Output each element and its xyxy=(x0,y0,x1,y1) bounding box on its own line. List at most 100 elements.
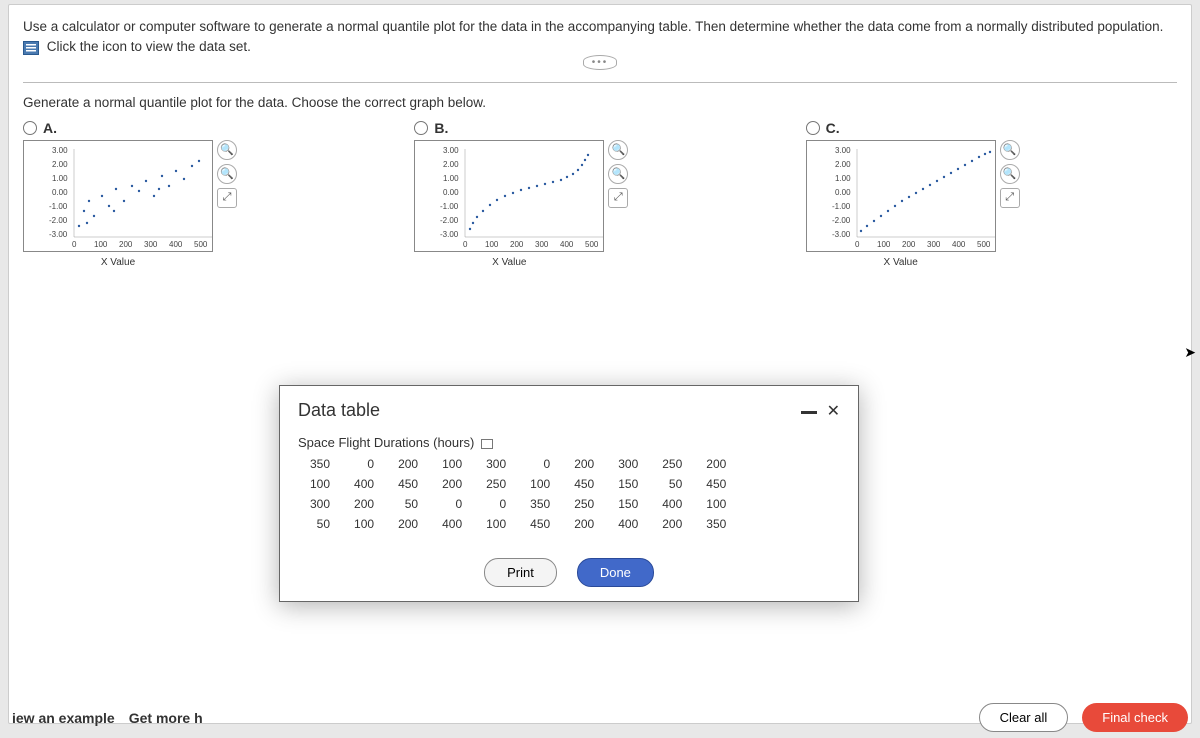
data-cell: 0 xyxy=(342,454,386,474)
data-cell: 200 xyxy=(562,514,606,534)
svg-text:-1.00: -1.00 xyxy=(832,202,851,211)
table-icon[interactable] xyxy=(23,41,39,55)
zoom-in-b[interactable]: 🔍 xyxy=(608,140,628,160)
data-cell: 200 xyxy=(386,514,430,534)
data-cell: 0 xyxy=(518,454,562,474)
data-cell: 450 xyxy=(562,474,606,494)
data-cell: 350 xyxy=(298,454,342,474)
svg-text:-1.00: -1.00 xyxy=(440,202,459,211)
radio-a[interactable] xyxy=(23,121,37,135)
table-title: Space Flight Durations (hours) xyxy=(298,435,840,450)
collapse-icon[interactable]: ••• xyxy=(583,55,618,70)
data-cell: 350 xyxy=(694,514,738,534)
svg-text:300: 300 xyxy=(144,240,158,249)
data-cell: 50 xyxy=(650,474,694,494)
options-row: A. 3.00 2.00 1.00 0.00 -1.00 -2.00 -3.00… xyxy=(23,120,1177,268)
get-more-help-link[interactable]: Get more h xyxy=(129,710,203,726)
expand-a[interactable]: ⤢ xyxy=(217,188,237,208)
svg-text:3.00: 3.00 xyxy=(443,146,459,155)
data-cell: 300 xyxy=(474,454,518,474)
radio-b[interactable] xyxy=(414,121,428,135)
zoom-out-c[interactable]: 🔍 xyxy=(1000,164,1020,184)
svg-text:-3.00: -3.00 xyxy=(440,230,459,239)
svg-text:500: 500 xyxy=(194,240,208,249)
divider xyxy=(23,82,1177,83)
data-cell: 400 xyxy=(650,494,694,514)
svg-text:0.00: 0.00 xyxy=(835,188,851,197)
label-b: B. xyxy=(434,120,448,136)
data-cell: 50 xyxy=(386,494,430,514)
zoom-out-b[interactable]: 🔍 xyxy=(608,164,628,184)
data-cell: 0 xyxy=(430,494,474,514)
data-cell: 350 xyxy=(518,494,562,514)
svg-text:-3.00: -3.00 xyxy=(49,230,68,239)
svg-text:2.00: 2.00 xyxy=(52,160,68,169)
svg-text:300: 300 xyxy=(927,240,941,249)
svg-text:0: 0 xyxy=(463,240,468,249)
svg-text:200: 200 xyxy=(119,240,133,249)
data-cell: 200 xyxy=(430,474,474,494)
expand-c[interactable]: ⤢ xyxy=(1000,188,1020,208)
fullscreen-icon[interactable] xyxy=(481,439,493,449)
svg-text:300: 300 xyxy=(535,240,549,249)
radio-c[interactable] xyxy=(806,121,820,135)
option-a: A. 3.00 2.00 1.00 0.00 -1.00 -2.00 -3.00… xyxy=(23,120,394,268)
minimize-button[interactable] xyxy=(801,411,817,414)
final-check-button[interactable]: Final check xyxy=(1082,703,1188,732)
data-cell: 400 xyxy=(342,474,386,494)
data-cell: 200 xyxy=(694,454,738,474)
zoom-out-a[interactable]: 🔍 xyxy=(217,164,237,184)
data-cell: 100 xyxy=(430,454,474,474)
data-cell: 450 xyxy=(386,474,430,494)
data-cell: 250 xyxy=(562,494,606,514)
view-example-link[interactable]: iew an example xyxy=(12,710,115,726)
svg-text:200: 200 xyxy=(510,240,524,249)
svg-text:0.00: 0.00 xyxy=(52,188,68,197)
svg-text:0.00: 0.00 xyxy=(443,188,459,197)
svg-text:-2.00: -2.00 xyxy=(49,216,68,225)
expand-b[interactable]: ⤢ xyxy=(608,188,628,208)
svg-text:-3.00: -3.00 xyxy=(832,230,851,239)
modal-title: Data table xyxy=(298,400,380,421)
svg-text:400: 400 xyxy=(952,240,966,249)
svg-text:200: 200 xyxy=(902,240,916,249)
main-panel: Use a calculator or computer software to… xyxy=(8,4,1192,724)
zoom-in-a[interactable]: 🔍 xyxy=(217,140,237,160)
data-cell: 200 xyxy=(650,514,694,534)
svg-text:-2.00: -2.00 xyxy=(832,216,851,225)
plot-c-xlabel: X Value xyxy=(806,257,996,268)
plot-b: 3.00 2.00 1.00 0.00 -1.00 -2.00 -3.00 0 … xyxy=(414,140,604,252)
label-a: A. xyxy=(43,120,57,136)
data-cell: 50 xyxy=(298,514,342,534)
data-cell: 200 xyxy=(386,454,430,474)
svg-text:400: 400 xyxy=(560,240,574,249)
svg-text:-2.00: -2.00 xyxy=(440,216,459,225)
data-cell: 100 xyxy=(342,514,386,534)
cursor-icon: ➤ xyxy=(1184,344,1196,361)
svg-text:400: 400 xyxy=(169,240,183,249)
data-cell: 400 xyxy=(606,514,650,534)
zoom-in-c[interactable]: 🔍 xyxy=(1000,140,1020,160)
data-cell: 100 xyxy=(474,514,518,534)
option-c: C. 3.00 2.00 1.00 0.00 -1.00 -2.00 -3.00… xyxy=(806,120,1177,268)
svg-text:500: 500 xyxy=(977,240,991,249)
view-data-link[interactable]: Click the icon to view the data set. xyxy=(47,39,251,54)
svg-text:2.00: 2.00 xyxy=(835,160,851,169)
svg-text:100: 100 xyxy=(877,240,891,249)
svg-text:3.00: 3.00 xyxy=(835,146,851,155)
svg-text:2.00: 2.00 xyxy=(443,160,459,169)
done-button[interactable]: Done xyxy=(577,558,654,587)
data-cell: 300 xyxy=(606,454,650,474)
option-b: B. 3.00 2.00 1.00 0.00 -1.00 -2.00 -3.00… xyxy=(414,120,785,268)
svg-text:1.00: 1.00 xyxy=(835,174,851,183)
data-cell: 250 xyxy=(474,474,518,494)
data-cell: 150 xyxy=(606,474,650,494)
clear-all-button[interactable]: Clear all xyxy=(979,703,1069,732)
data-cell: 250 xyxy=(650,454,694,474)
close-button[interactable]: ✕ xyxy=(827,401,840,421)
question-body: Use a calculator or computer software to… xyxy=(23,19,1163,34)
svg-text:-1.00: -1.00 xyxy=(49,202,68,211)
print-button[interactable]: Print xyxy=(484,558,557,587)
svg-text:1.00: 1.00 xyxy=(52,174,68,183)
svg-text:100: 100 xyxy=(94,240,108,249)
